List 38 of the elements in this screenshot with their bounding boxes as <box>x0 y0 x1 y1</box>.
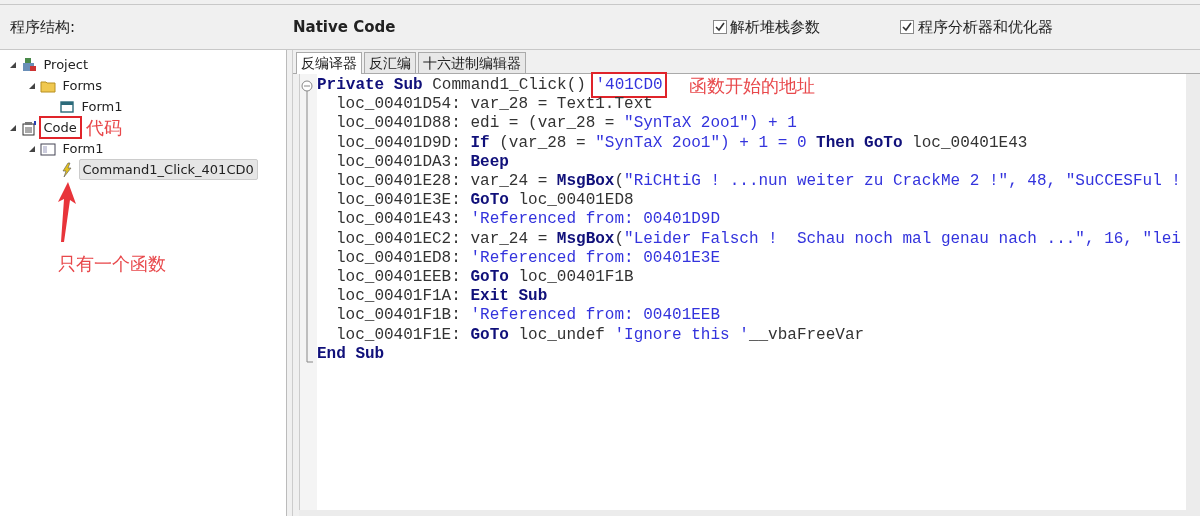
code-line: loc_00401F1E: GoTo loc_undef 'Ignore this '__vbaFreeVar <box>336 325 865 345</box>
code-line: loc_00401E28: var_24 = MsgBox("RiCHtiG ! ...nun weiter zu CrackMe 2 !", 48, "SuCCESFul ! <box>336 172 1181 192</box>
panel-label: 程序结构: <box>10 16 77 38</box>
window-icon <box>40 140 57 157</box>
checkbox-label: 程序分析器和优化器 <box>917 16 1053 38</box>
code-line: loc_00401ED8: 'Referenced from: 00401E3E <box>336 248 721 269</box>
code-line: loc_00401EEB: GoTo loc_00401F1B <box>336 268 634 288</box>
tab[interactable]: 十六进制编辑器 <box>418 52 526 73</box>
code-line: loc_00401DA3: Beep <box>336 152 509 172</box>
project-icon <box>21 56 38 73</box>
code-line: loc_00401D88: edi = (var_28 = "SynTaX 2oo1") + 1 <box>336 114 797 134</box>
tree-item[interactable]: Form1 <box>59 138 107 159</box>
code-line: loc_00401D54: var_28 = Text1.Text <box>336 95 653 115</box>
checkbox[interactable] <box>713 20 727 34</box>
mode-label: Native Code <box>293 16 397 38</box>
arrow-annotation <box>58 182 78 242</box>
tree-item[interactable]: Form1 <box>78 96 126 117</box>
tree-item[interactable]: Project <box>40 54 91 75</box>
tree-item[interactable]: Code <box>40 117 80 138</box>
annotation-text: 函数开始的地址 <box>688 76 815 96</box>
code-line: loc_00401D9D: If (var_28 = "SynTaX 2oo1") + 1 = 0 Then GoTo loc_00401E43 <box>336 133 1028 153</box>
tree-item[interactable]: Command1_Click_401CD0 <box>78 158 258 181</box>
code-line: loc_00401E43: 'Referenced from: 00401D9D <box>336 210 721 230</box>
code-line: End Sub <box>317 344 385 365</box>
checkbox-label: 解析堆栈参数 <box>730 16 821 38</box>
vertical-scrollbar[interactable] <box>1186 74 1200 510</box>
code-line: loc_00401F1B: 'Referenced from: 00401EEB <box>336 306 721 326</box>
tree-item[interactable]: Forms <box>59 75 106 96</box>
checkbox[interactable] <box>900 20 915 34</box>
window-icon <box>59 98 76 115</box>
annotation-text: 只有一个函数 <box>58 252 166 276</box>
tab[interactable]: 反汇编 <box>364 52 416 73</box>
tab[interactable]: 反编译器 <box>296 52 362 74</box>
document-icon <box>21 119 38 136</box>
code-line: loc_00401E3E: GoTo loc_00401ED8 <box>336 191 634 211</box>
annotation-text: 代码 <box>86 116 123 140</box>
code-line: loc_00401F1A: Exit Sub <box>336 287 548 307</box>
code-line: loc_00401EC2: var_24 = MsgBox("Leider Falsch ! Schau noch mal genau nach ...", 16, "lei <box>336 229 1181 249</box>
